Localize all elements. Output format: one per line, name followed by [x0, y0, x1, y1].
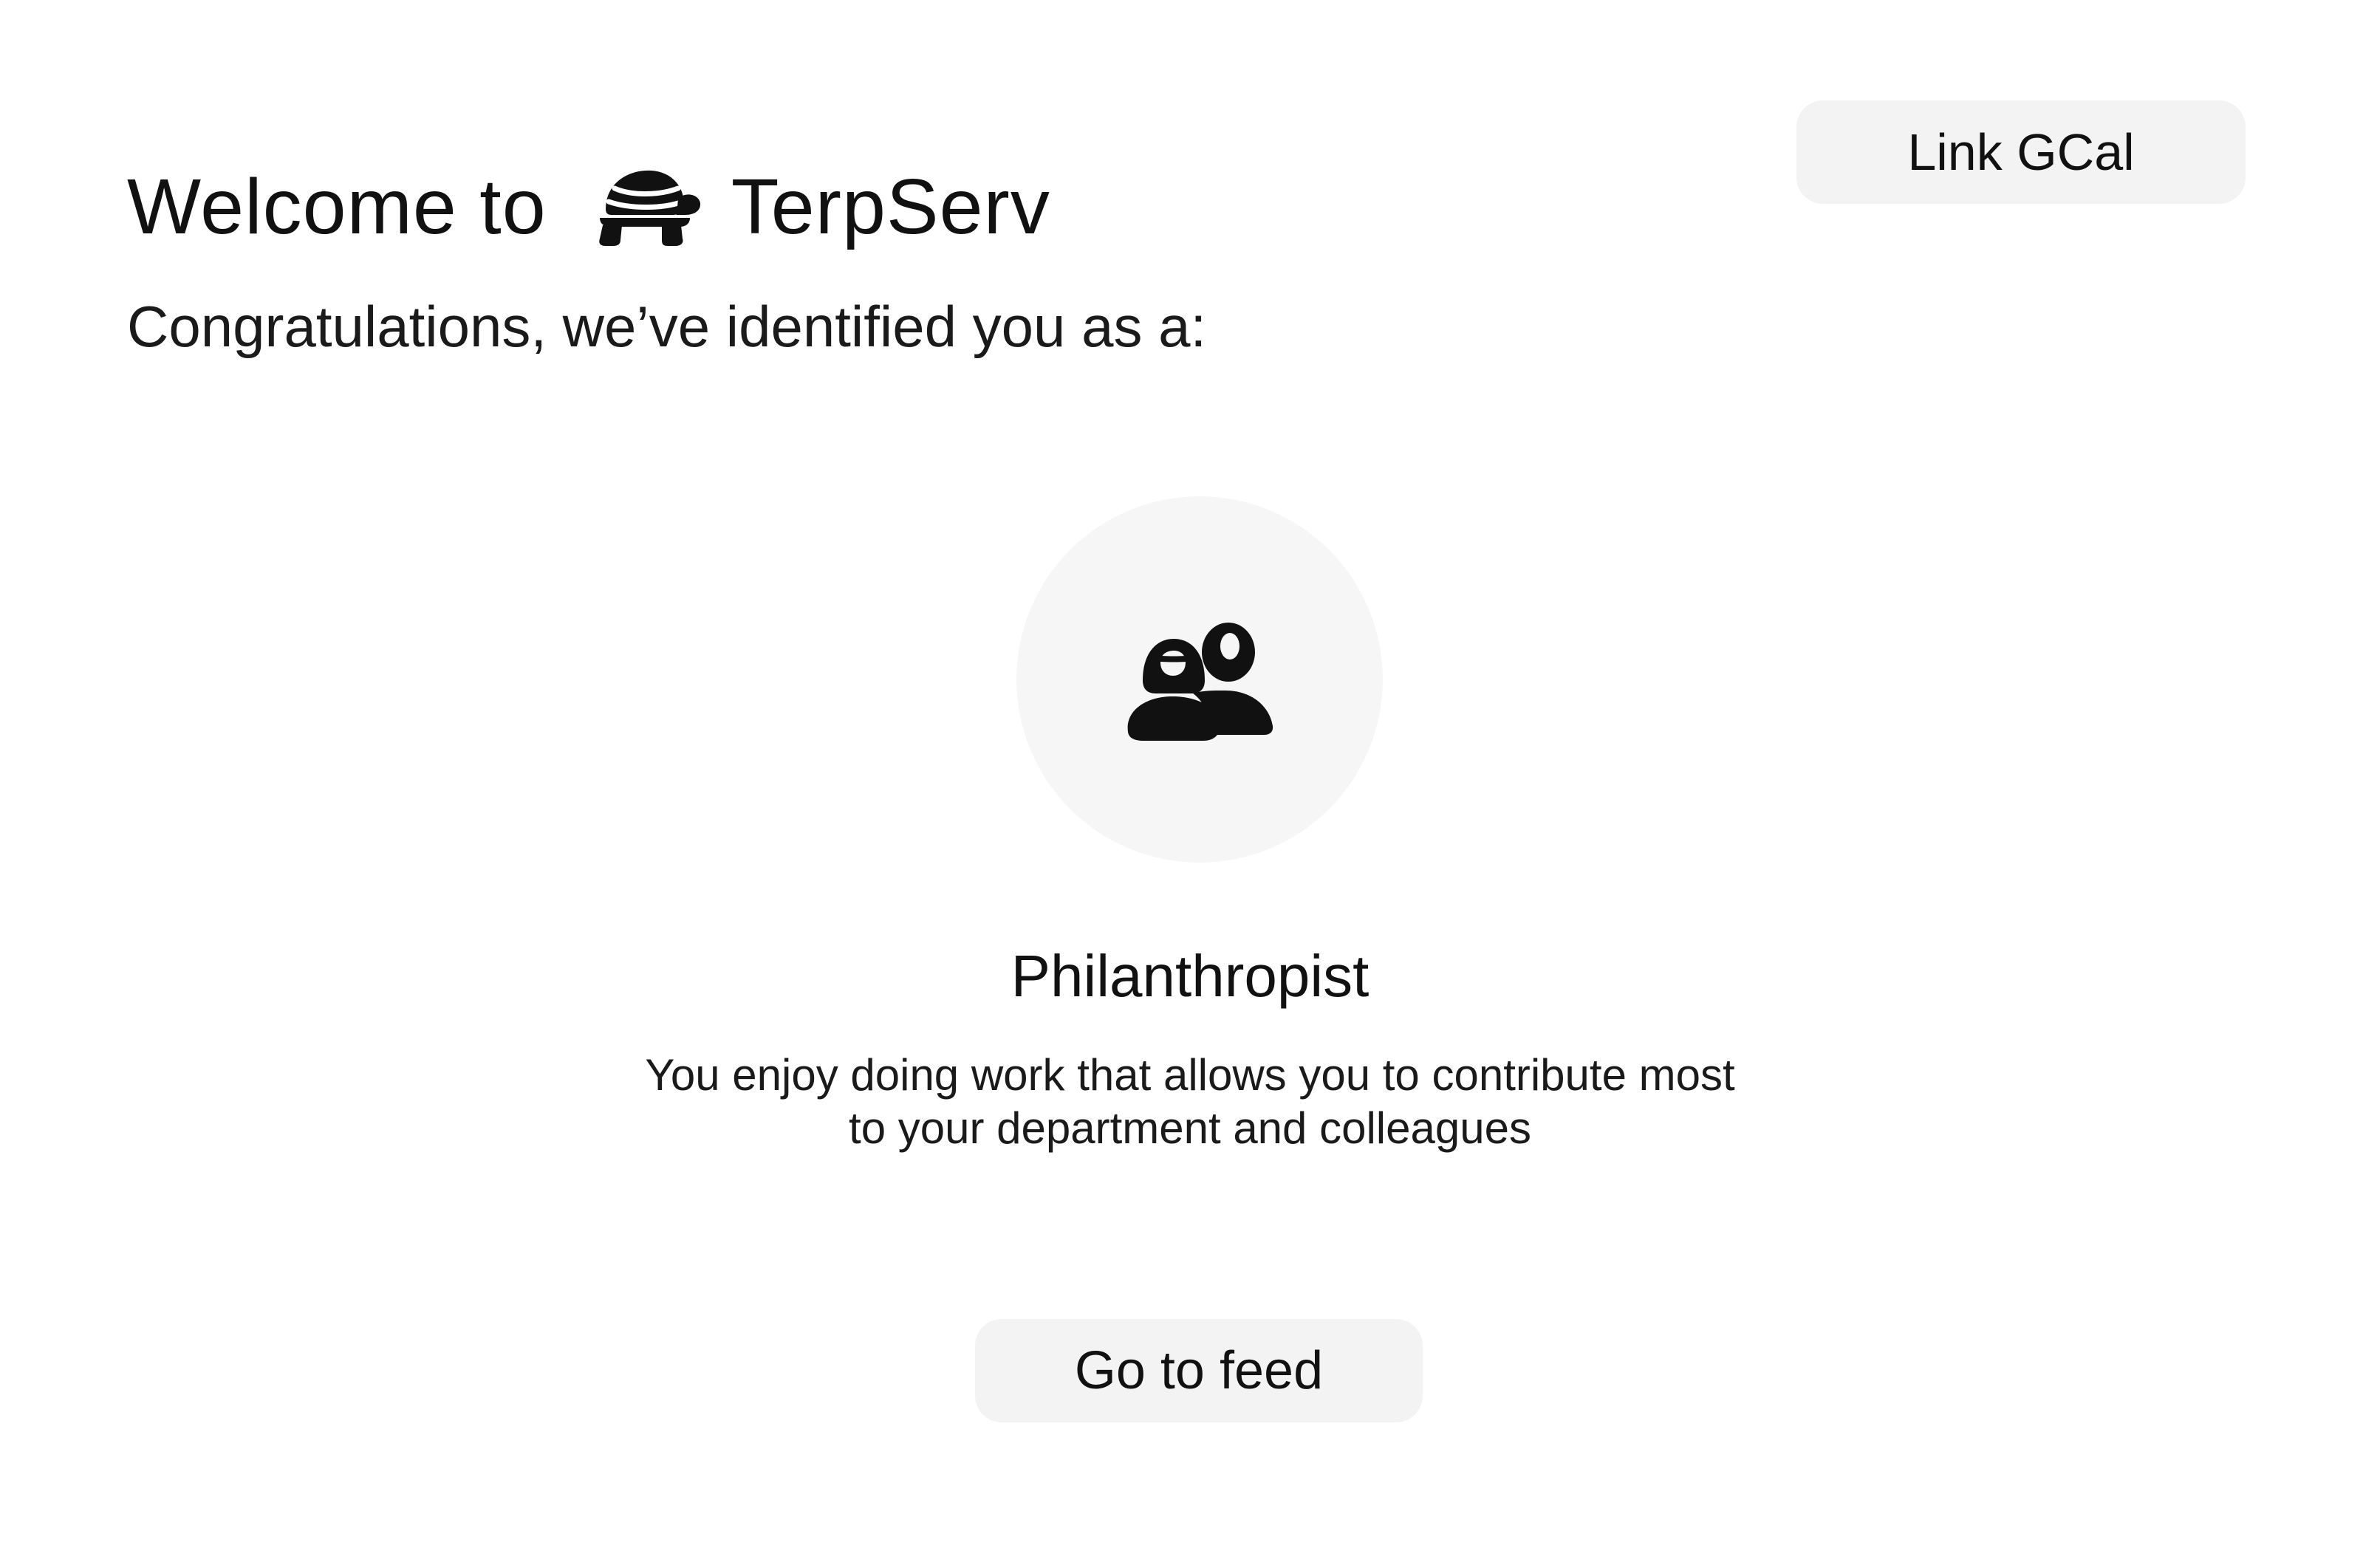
persona-description-line-1: You enjoy doing work that allows you to … [645, 1050, 1735, 1100]
persona-title: Philanthropist [1011, 943, 1369, 1009]
persona-description-line-2: to your department and colleagues [849, 1103, 1531, 1153]
link-gcal-button[interactable]: Link GCal [1796, 100, 2246, 204]
identification-subtitle: Congratulations, we’ve identified you as… [127, 294, 1207, 359]
people-icon [1122, 617, 1277, 742]
welcome-text: Welcome to [127, 163, 547, 250]
turtle-icon [592, 166, 702, 247]
app-name: TerpServ [731, 163, 1050, 250]
go-to-feed-button[interactable]: Go to feed [975, 1319, 1423, 1422]
persona-avatar [1016, 496, 1383, 863]
page-header: Welcome to TerpServ [127, 155, 1050, 258]
persona-description: You enjoy doing work that allows you to … [0, 1049, 2380, 1155]
